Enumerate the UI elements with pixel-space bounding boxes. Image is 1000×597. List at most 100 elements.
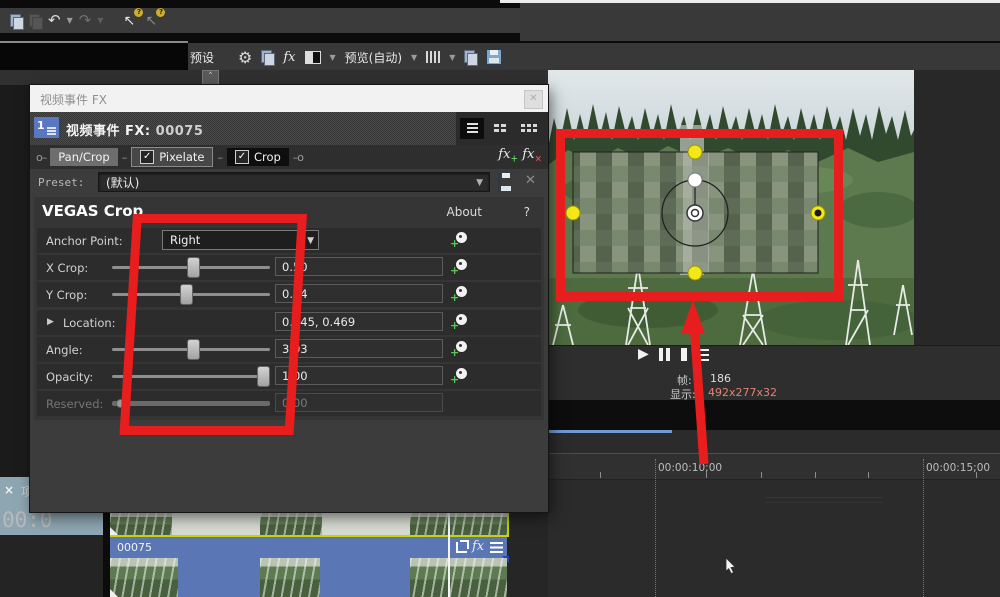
- plugin-chain-row: Pan/Crop Pixelate Crop: [30, 145, 548, 169]
- split-screen-view-icon[interactable]: [305, 51, 321, 64]
- redo-dropdown-caret[interactable]: ▼: [97, 16, 103, 25]
- video-output-fx-icon[interactable]: fx: [283, 50, 295, 65]
- timeline-ruler[interactable]: 00:00:10;00 00:00:15;00: [548, 453, 1000, 480]
- interactive-tutorials-icon[interactable]: ↖?: [123, 13, 139, 29]
- pixelate-checkbox[interactable]: [140, 150, 154, 164]
- param-label: Reserved:: [46, 397, 103, 411]
- keyframe-toggle[interactable]: +: [451, 258, 469, 276]
- docked-window-titlebar: [0, 41, 188, 70]
- track-header-overlay[interactable]: S!: [0, 535, 103, 597]
- question-badge: ?: [156, 8, 165, 17]
- about-link[interactable]: About: [447, 205, 482, 219]
- play-button[interactable]: ▶: [638, 346, 649, 362]
- event-thumbnail: [260, 558, 320, 597]
- delete-preset-icon[interactable]: ✕: [525, 173, 536, 188]
- redo-icon[interactable]: ↷: [79, 13, 92, 28]
- preview-quality-caret[interactable]: ▼: [411, 53, 417, 62]
- grid-line-10s: [655, 459, 656, 597]
- keyframe-toggle[interactable]: +: [451, 285, 469, 303]
- preset-toolbar-label: 预设: [190, 49, 214, 66]
- undo-dropdown-caret[interactable]: ▼: [67, 16, 73, 25]
- annotation-rectangle-preview: [556, 129, 843, 301]
- dialog-close-button[interactable]: ✕: [524, 90, 543, 109]
- dock-close-icon[interactable]: ×: [4, 483, 14, 497]
- track-panel-separator[interactable]: [103, 512, 110, 597]
- toolbar-gap: [0, 70, 548, 85]
- copy-icon[interactable]: [10, 14, 23, 28]
- event-thumbnail: [110, 558, 178, 597]
- event-pan-crop-icon[interactable]: [456, 542, 467, 556]
- ruler-label-15s: 00:00:15;00: [926, 462, 990, 474]
- chain-link: [122, 151, 128, 164]
- event-fx-icon[interactable]: fx: [472, 539, 484, 554]
- chevron-down-icon[interactable]: [476, 173, 483, 193]
- toolbar-right-blank: [520, 3, 1000, 41]
- keyframe-toggle[interactable]: +: [451, 367, 469, 385]
- reserved-value: 0.00: [275, 393, 443, 412]
- playhead-cursor[interactable]: [448, 512, 450, 597]
- crop-chip[interactable]: Crop: [227, 148, 289, 166]
- loop-region-bar[interactable]: [548, 430, 672, 433]
- list-view-button[interactable]: [460, 118, 484, 139]
- grid-view-button[interactable]: [489, 118, 513, 139]
- event-label: 00075: [117, 541, 152, 554]
- event-menu-icon[interactable]: [490, 542, 503, 553]
- param-label: Angle:: [46, 343, 83, 357]
- angle-value[interactable]: 3.03: [275, 339, 443, 358]
- param-label: Location:: [63, 316, 116, 330]
- param-label: Y Crop:: [46, 288, 87, 302]
- add-fx-button[interactable]: fx+: [498, 147, 518, 165]
- project-properties-icon[interactable]: ⚙: [238, 48, 252, 67]
- fx-chain-header: 1 视频事件 FX: 00075: [30, 112, 548, 145]
- plugin-name: VEGAS Crop: [42, 202, 143, 220]
- param-label: X Crop:: [46, 261, 88, 275]
- remove-fx-button[interactable]: fx×: [522, 147, 542, 165]
- undo-icon[interactable]: ↶: [48, 13, 61, 28]
- save-snapshot-icon[interactable]: [486, 49, 502, 65]
- help-link[interactable]: ?: [524, 205, 530, 219]
- overlays-grid-icon[interactable]: [426, 51, 440, 63]
- main-toolbar: ↶ ▼ ↷ ▼ ↖? ↖?: [0, 8, 520, 33]
- split-screen-caret[interactable]: ▼: [330, 53, 336, 62]
- preview-quality-label[interactable]: 预览(自动): [345, 49, 402, 66]
- opacity-value[interactable]: 1.00: [275, 366, 443, 385]
- chevron-down-icon[interactable]: [307, 232, 314, 251]
- dialog-titlebar[interactable]: 视频事件 FX ✕: [30, 85, 548, 112]
- keyframe-toggle[interactable]: +: [451, 313, 469, 331]
- save-preset-icon[interactable]: [498, 173, 500, 192]
- view-mode-buttons: [456, 112, 548, 145]
- pixelate-chip[interactable]: Pixelate: [131, 147, 213, 167]
- scroll-up-button[interactable]: ˄: [202, 70, 219, 86]
- preset-row: Preset: (默认) ✕: [30, 170, 548, 196]
- overlays-caret[interactable]: ▼: [449, 53, 455, 62]
- fx-header-title: 视频事件 FX: 00075: [66, 120, 203, 139]
- track-divider-line: [766, 497, 882, 498]
- preview-toolbar: 预设 ⚙ fx ▼ 预览(自动) ▼ ▼: [190, 45, 502, 69]
- large-grid-view-button[interactable]: [518, 118, 542, 139]
- fade-handle[interactable]: [110, 527, 118, 535]
- grid-line-15s: [923, 459, 924, 597]
- copy-frame-icon[interactable]: [464, 50, 477, 64]
- event-thumbnail: [110, 512, 172, 535]
- copy-snapshot-icon[interactable]: [261, 50, 274, 64]
- keyframe-toggle[interactable]: +: [451, 340, 469, 358]
- chain-link: [217, 151, 223, 164]
- paste-icon[interactable]: [29, 14, 42, 28]
- track-index-chip: 1: [34, 117, 59, 138]
- event-thumbnail: [410, 558, 507, 597]
- event-thumbnail: [260, 512, 322, 535]
- whats-this-help-icon[interactable]: ↖?: [145, 13, 161, 29]
- preset-label: Preset:: [38, 176, 84, 189]
- annotation-rectangle-params: [119, 214, 307, 435]
- app-window: ↶ ▼ ↷ ▼ ↖? ↖? 预设 ⚙ fx ▼ 预览(自动) ▼ ▼ ˄: [0, 0, 1000, 597]
- fade-handle[interactable]: [110, 589, 118, 597]
- preset-dropdown[interactable]: (默认): [98, 172, 490, 192]
- param-label: Opacity:: [46, 370, 93, 384]
- pan-crop-chip[interactable]: Pan/Crop: [50, 148, 117, 166]
- crop-checkbox[interactable]: [235, 150, 249, 164]
- track-divider-line: [766, 502, 882, 503]
- keyframe-toggle[interactable]: +: [451, 231, 469, 249]
- question-badge: ?: [134, 8, 143, 17]
- expander-icon[interactable]: [47, 317, 54, 327]
- chain-output-node: [293, 151, 303, 164]
